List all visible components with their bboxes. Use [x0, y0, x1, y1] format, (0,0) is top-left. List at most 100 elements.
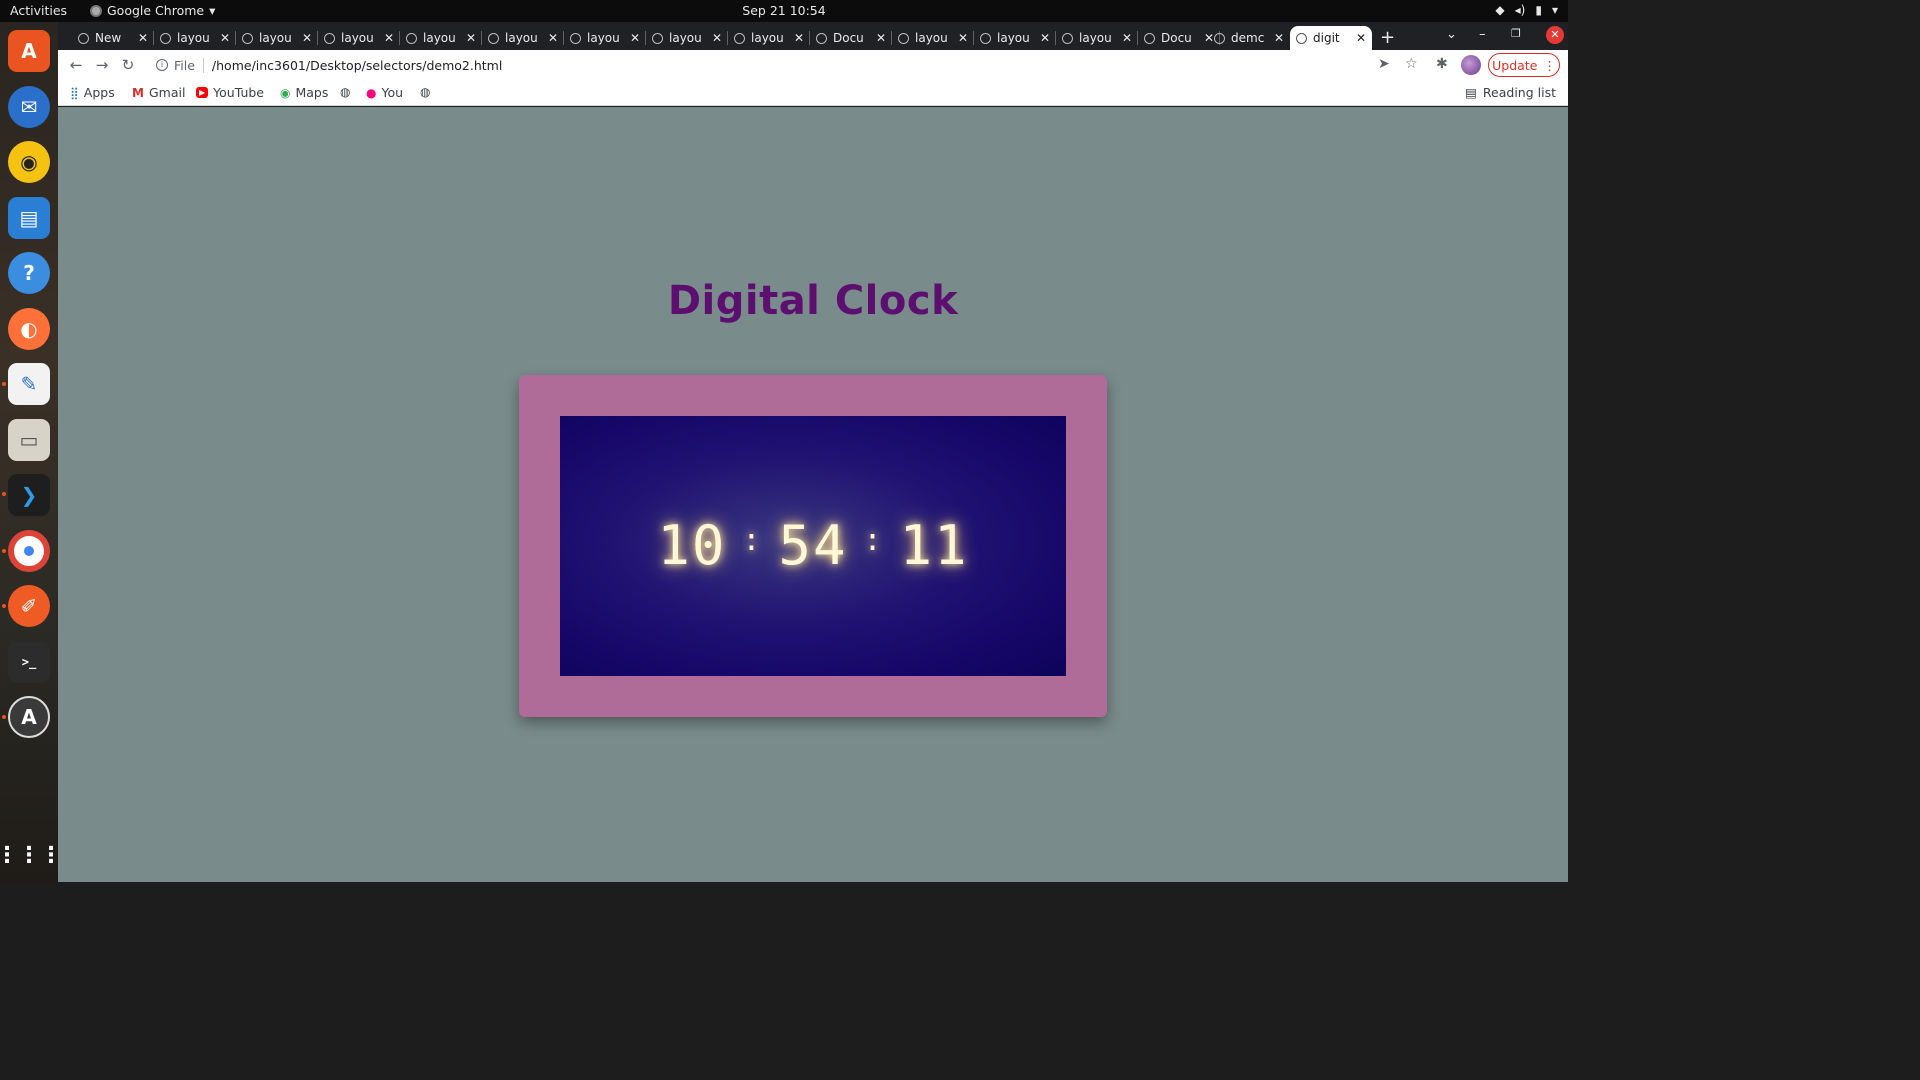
terminal-icon[interactable]: >_: [8, 641, 50, 683]
tab[interactable]: demc ✕: [1208, 26, 1290, 50]
software-updater-icon[interactable]: A: [8, 696, 50, 738]
system-tray[interactable]: ◆ ◂) ▮ ▾: [1495, 3, 1558, 17]
tab-favicon-icon: [406, 32, 417, 44]
tab-title: layou: [505, 31, 538, 45]
address-bar[interactable]: i File /home/inc3601/Desktop/selectors/d…: [150, 52, 1470, 78]
help-icon[interactable]: ?: [8, 252, 50, 294]
bookmark-globe[interactable]: ◍: [420, 85, 435, 99]
tab-close-icon[interactable]: ✕: [712, 31, 722, 45]
ubuntu-software-icon[interactable]: A: [8, 30, 50, 72]
tab[interactable]: layou ✕: [482, 26, 564, 50]
forward-icon[interactable]: →: [92, 55, 112, 75]
address-url[interactable]: /home/inc3601/Desktop/selectors/demo2.ht…: [212, 58, 502, 73]
tab-close-icon[interactable]: ✕: [302, 31, 312, 45]
tab-close-icon[interactable]: ✕: [1040, 31, 1050, 45]
tab-strip: New ✕ layou ✕ layou ✕ layou ✕ layou ✕ layou ✕ …: [58, 22, 1568, 50]
text-editor-icon[interactable]: ✎: [8, 363, 50, 405]
tab[interactable]: layou ✕: [318, 26, 400, 50]
wifi-icon: ◆: [1495, 3, 1505, 17]
clock-minutes: 54: [778, 514, 848, 577]
browser-window: New ✕ layou ✕ layou ✕ layou ✕ layou ✕ layou ✕ …: [58, 22, 1568, 882]
tab-close-icon[interactable]: ✕: [876, 31, 886, 45]
thunderbird-icon[interactable]: ✉: [8, 86, 50, 128]
postman-icon[interactable]: ✐: [8, 585, 50, 627]
tab[interactable]: layou ✕: [154, 26, 236, 50]
tab-title: demc: [1231, 31, 1265, 45]
running-indicator: [2, 604, 6, 608]
reload-icon[interactable]: ↻: [118, 55, 138, 75]
tab[interactable]: layou ✕: [236, 26, 318, 50]
tab-favicon-icon: [78, 32, 89, 44]
site-info-icon[interactable]: i: [156, 59, 168, 71]
tab-close-icon[interactable]: ✕: [384, 31, 394, 45]
bookmark-maps[interactable]: ◉ Maps: [280, 85, 328, 100]
tab-close-icon[interactable]: ✕: [138, 31, 148, 45]
clock-hours: 10: [657, 514, 727, 577]
tab-title: layou: [423, 31, 456, 45]
tab[interactable]: layou ✕: [892, 26, 974, 50]
youtube-icon: ▶: [196, 87, 209, 98]
activities-button[interactable]: Activities: [10, 3, 67, 18]
bookmark-apps[interactable]: ⣿ Apps: [70, 85, 115, 100]
tab[interactable]: layou ✕: [646, 26, 728, 50]
restore-icon[interactable]: ❐: [1511, 27, 1521, 40]
bookmark-gmail[interactable]: M Gmail: [132, 85, 185, 100]
chrome-icon[interactable]: [8, 530, 50, 572]
tab[interactable]: layou ✕: [564, 26, 646, 50]
reading-list-button[interactable]: ▤ Reading list: [1465, 85, 1556, 100]
bookmarks-bar: ⣿ Apps M Gmail ▶ YouTube ◉ Maps ◍ ● You ◍ ▤ R…: [58, 80, 1568, 106]
tab[interactable]: layou ✕: [728, 26, 810, 50]
bookmark-star-icon[interactable]: ☆: [1405, 56, 1418, 72]
rhythmbox-icon[interactable]: ◉: [8, 141, 50, 183]
system-clock[interactable]: Sep 21 10:54: [0, 3, 1568, 18]
tab-title: layou: [177, 31, 210, 45]
bookmark-globe[interactable]: ◍: [340, 85, 355, 99]
tab-active[interactable]: digit ✕: [1290, 26, 1372, 50]
tab[interactable]: Docu ✕: [810, 26, 892, 50]
tab[interactable]: New ✕: [72, 26, 154, 50]
tab-close-icon[interactable]: ✕: [1356, 31, 1366, 45]
chrome-small-icon: [90, 4, 102, 17]
bookmark-flickr[interactable]: ● You: [366, 85, 403, 100]
close-window-icon[interactable]: ✕: [1546, 26, 1564, 44]
globe-icon: ◍: [420, 85, 431, 99]
bookmark-youtube[interactable]: ▶ YouTube: [196, 85, 264, 100]
minimize-icon[interactable]: –: [1479, 27, 1486, 42]
tab-close-icon[interactable]: ✕: [794, 31, 804, 45]
tab-title: digit: [1313, 31, 1340, 45]
tab-close-icon[interactable]: ✕: [466, 31, 476, 45]
tab-close-icon[interactable]: ✕: [958, 31, 968, 45]
firefox-icon[interactable]: ◐: [8, 308, 50, 350]
tab-favicon-icon: [1144, 32, 1155, 44]
tab-close-icon[interactable]: ✕: [548, 31, 558, 45]
profile-avatar[interactable]: [1461, 55, 1481, 75]
tab[interactable]: layou ✕: [1056, 26, 1138, 50]
more-menu-icon: ⋮: [1543, 57, 1556, 73]
clock-seconds: 11: [899, 514, 969, 577]
running-indicator: [2, 382, 6, 386]
tab-close-icon[interactable]: ✕: [220, 31, 230, 45]
app-menu[interactable]: Google Chrome ▾: [90, 3, 215, 18]
new-tab-icon[interactable]: +: [1380, 27, 1395, 48]
files-icon[interactable]: ▭: [8, 419, 50, 461]
tab-search-icon[interactable]: ⌄: [1446, 27, 1457, 42]
back-icon[interactable]: ←: [66, 55, 86, 75]
tray-menu-caret-icon: ▾: [1551, 3, 1558, 17]
tab-close-icon[interactable]: ✕: [1122, 31, 1132, 45]
show-applications-icon[interactable]: ⋮⋮⋮: [0, 834, 62, 876]
tab[interactable]: layou ✕: [400, 26, 482, 50]
libreoffice-writer-icon[interactable]: ▤: [8, 197, 50, 239]
running-indicator: [2, 549, 6, 553]
tab-close-icon[interactable]: ✕: [1274, 31, 1284, 45]
update-button[interactable]: Update ⋮: [1488, 53, 1560, 77]
tab-favicon-icon: [1296, 32, 1307, 44]
globe-icon: ◍: [340, 85, 351, 99]
gmail-icon: M: [132, 85, 144, 100]
address-scheme-label: File: [174, 57, 204, 73]
vscode-icon[interactable]: ❯: [8, 474, 50, 516]
browser-toolbar: ← → ↻ i File /home/inc3601/Desktop/selec…: [58, 50, 1568, 80]
extensions-icon[interactable]: ✱: [1436, 56, 1448, 72]
tab[interactable]: layou ✕: [974, 26, 1056, 50]
send-icon[interactable]: ➤: [1378, 56, 1390, 72]
tab-close-icon[interactable]: ✕: [630, 31, 640, 45]
